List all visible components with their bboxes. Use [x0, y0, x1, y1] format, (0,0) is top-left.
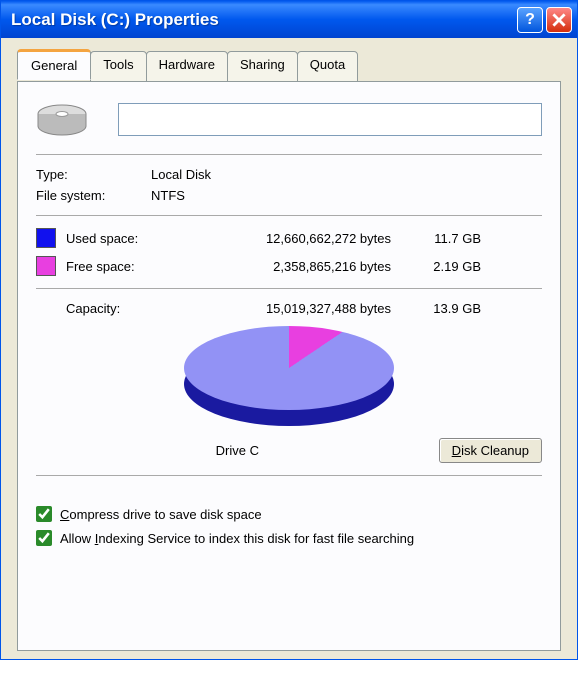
- tab-tools[interactable]: Tools: [90, 51, 146, 82]
- compress-checkbox[interactable]: [36, 506, 52, 522]
- pie-chart: [184, 326, 394, 426]
- compress-row[interactable]: Compress drive to save disk space Compre…: [36, 506, 542, 522]
- indexing-row[interactable]: Allow Indexing Service to index this dis…: [36, 530, 542, 546]
- fs-label: File system:: [36, 188, 151, 203]
- drive-letter-label: Drive C: [36, 443, 439, 458]
- capacity-bytes: 15,019,327,488 bytes: [201, 301, 391, 316]
- window-title: Local Disk (C:) Properties: [11, 10, 517, 30]
- free-label: Free space:: [66, 259, 201, 274]
- used-label: Used space:: [66, 231, 201, 246]
- compress-label: Compress drive to save disk space: [60, 507, 262, 522]
- tab-quota[interactable]: Quota: [297, 51, 358, 82]
- indexing-checkbox[interactable]: [36, 530, 52, 546]
- disk-icon: [36, 100, 88, 138]
- free-bytes: 2,358,865,216 bytes: [201, 259, 391, 274]
- used-gb: 11.7 GB: [391, 231, 481, 246]
- type-label: Type:: [36, 167, 151, 182]
- help-button[interactable]: ?: [517, 7, 543, 33]
- indexing-label: Allow Indexing Service to index this dis…: [60, 531, 414, 546]
- capacity-gb: 13.9 GB: [391, 301, 481, 316]
- general-panel: Type: Local Disk File system: NTFS Used …: [17, 81, 561, 651]
- disk-cleanup-button[interactable]: DDisk Cleanupisk Cleanup: [439, 438, 542, 463]
- type-value: Local Disk: [151, 167, 211, 182]
- titlebar[interactable]: Local Disk (C:) Properties ?: [1, 1, 577, 38]
- fs-value: NTFS: [151, 188, 185, 203]
- free-swatch: [36, 256, 56, 276]
- tab-hardware[interactable]: Hardware: [146, 51, 228, 82]
- used-swatch: [36, 228, 56, 248]
- properties-window: Local Disk (C:) Properties ? General Too…: [0, 0, 578, 660]
- tab-general[interactable]: General: [17, 49, 91, 80]
- close-icon: [552, 13, 566, 27]
- used-bytes: 12,660,662,272 bytes: [201, 231, 391, 246]
- tab-sharing[interactable]: Sharing: [227, 51, 298, 82]
- close-button[interactable]: [546, 7, 572, 33]
- free-gb: 2.19 GB: [391, 259, 481, 274]
- drive-name-input[interactable]: [118, 103, 542, 136]
- tab-bar: General Tools Hardware Sharing Quota: [17, 51, 561, 82]
- capacity-label: Capacity:: [66, 301, 201, 316]
